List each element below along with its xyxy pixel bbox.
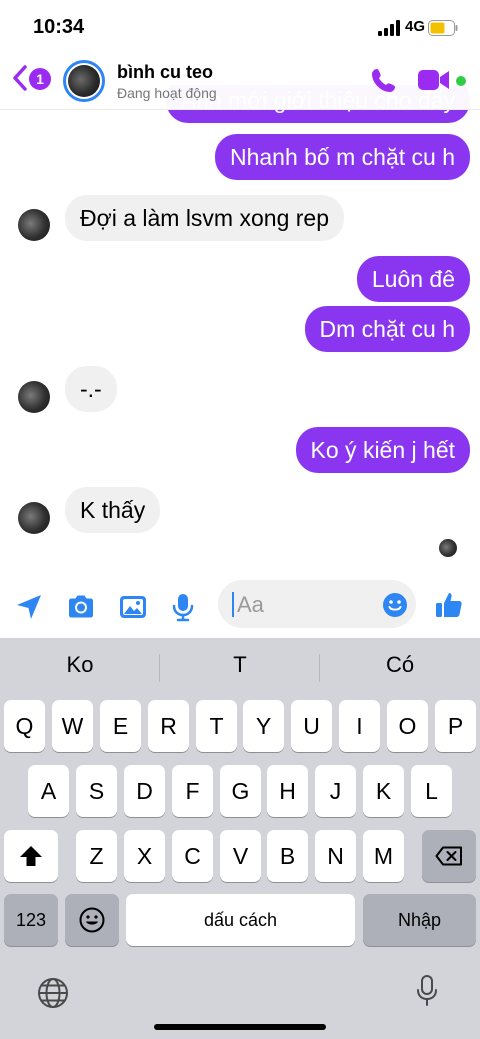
key-r[interactable]: R bbox=[148, 700, 189, 752]
suggestion-divider bbox=[319, 654, 320, 682]
key-u[interactable]: U bbox=[291, 700, 332, 752]
backspace-icon bbox=[435, 846, 462, 866]
key-x[interactable]: X bbox=[124, 830, 165, 882]
key-d[interactable]: D bbox=[124, 765, 165, 817]
key-q[interactable]: Q bbox=[4, 700, 45, 752]
key-t[interactable]: T bbox=[196, 700, 237, 752]
video-camera-icon[interactable] bbox=[418, 68, 450, 92]
key-o[interactable]: O bbox=[387, 700, 428, 752]
message-input[interactable]: Aa bbox=[218, 580, 416, 628]
globe-icon[interactable] bbox=[36, 976, 70, 1010]
seen-avatar bbox=[439, 539, 457, 557]
key-p[interactable]: P bbox=[435, 700, 476, 752]
contact-avatar-large[interactable] bbox=[63, 60, 105, 102]
composer-bar: Aa bbox=[0, 574, 480, 638]
key-c[interactable]: C bbox=[172, 830, 213, 882]
battery-icon bbox=[428, 20, 458, 36]
suggestion-item[interactable]: Có bbox=[325, 652, 475, 678]
contact-avatar[interactable] bbox=[18, 209, 50, 241]
location-arrow-icon[interactable] bbox=[14, 592, 44, 622]
key-f[interactable]: F bbox=[172, 765, 213, 817]
key-m[interactable]: M bbox=[363, 830, 404, 882]
image-icon[interactable] bbox=[118, 592, 148, 622]
suggestion-item[interactable]: T bbox=[165, 652, 315, 678]
status-bar: 10:34 4G bbox=[0, 0, 480, 54]
backspace-key[interactable] bbox=[422, 830, 476, 882]
chevron-left-icon bbox=[13, 65, 27, 91]
message-input-placeholder: Aa bbox=[237, 592, 264, 617]
message-thread[interactable]: Anh mới giới thiệu cho đấy Nhanh bố m ch… bbox=[0, 85, 480, 570]
phone-icon[interactable] bbox=[370, 66, 398, 94]
status-time: 10:34 bbox=[33, 16, 85, 38]
contact-avatar[interactable] bbox=[18, 502, 50, 534]
conversation-header: 1 bình cu teo Đang hoạt động bbox=[0, 54, 480, 110]
key-j[interactable]: J bbox=[315, 765, 356, 817]
suggestion-divider bbox=[159, 654, 160, 682]
messenger-screen: 10:34 4G Anh mới giới thiệu cho đấy Nhan… bbox=[0, 0, 480, 1039]
ios-keyboard: Ko T Có Q W E R T Y U I O P A S D F G H … bbox=[0, 638, 480, 1039]
outgoing-message[interactable]: Ko ý kiến j hết bbox=[295, 427, 470, 473]
contact-name[interactable]: bình cu teo bbox=[117, 62, 213, 83]
suggestion-item[interactable]: Ko bbox=[5, 652, 155, 678]
outgoing-message[interactable]: Luôn đê bbox=[356, 256, 470, 302]
key-g[interactable]: G bbox=[220, 765, 261, 817]
key-k[interactable]: K bbox=[363, 765, 404, 817]
contact-avatar[interactable] bbox=[18, 381, 50, 413]
shift-arrow-icon bbox=[20, 846, 42, 866]
key-s[interactable]: S bbox=[76, 765, 117, 817]
outgoing-message[interactable]: Dm chặt cu h bbox=[304, 306, 470, 352]
unread-badge: 1 bbox=[29, 68, 51, 90]
online-indicator bbox=[456, 76, 466, 86]
key-w[interactable]: W bbox=[52, 700, 93, 752]
return-key[interactable]: Nhập bbox=[363, 894, 476, 946]
home-indicator bbox=[154, 1024, 326, 1030]
predictive-bar: Ko T Có bbox=[0, 638, 480, 696]
key-b[interactable]: B bbox=[267, 830, 308, 882]
incoming-message[interactable]: Đợi a làm lsvm xong rep bbox=[65, 195, 344, 241]
key-l[interactable]: L bbox=[411, 765, 452, 817]
emoji-key[interactable] bbox=[65, 894, 119, 946]
dictation-microphone-icon[interactable] bbox=[410, 974, 444, 1008]
shift-key[interactable] bbox=[4, 830, 58, 882]
key-h[interactable]: H bbox=[267, 765, 308, 817]
signal-icon bbox=[378, 20, 400, 36]
microphone-icon[interactable] bbox=[168, 592, 198, 622]
space-key[interactable]: dấu cách bbox=[126, 894, 355, 946]
emoji-face-icon bbox=[79, 907, 105, 933]
key-y[interactable]: Y bbox=[243, 700, 284, 752]
key-i[interactable]: I bbox=[339, 700, 380, 752]
back-button[interactable]: 1 bbox=[12, 64, 56, 94]
key-a[interactable]: A bbox=[28, 765, 69, 817]
network-type: 4G bbox=[405, 18, 426, 35]
key-z[interactable]: Z bbox=[76, 830, 117, 882]
emoji-icon[interactable] bbox=[382, 592, 408, 618]
key-v[interactable]: V bbox=[220, 830, 261, 882]
outgoing-message[interactable]: Nhanh bố m chặt cu h bbox=[214, 134, 470, 180]
camera-icon[interactable] bbox=[66, 592, 96, 622]
key-e[interactable]: E bbox=[100, 700, 141, 752]
incoming-message[interactable]: K thấy bbox=[65, 487, 161, 533]
key-n[interactable]: N bbox=[315, 830, 356, 882]
text-caret bbox=[232, 592, 234, 617]
contact-status: Đang hoạt động bbox=[117, 85, 217, 101]
thumbs-up-icon[interactable] bbox=[434, 590, 464, 620]
numbers-key[interactable]: 123 bbox=[4, 894, 58, 946]
incoming-message[interactable]: -.- bbox=[65, 366, 117, 412]
